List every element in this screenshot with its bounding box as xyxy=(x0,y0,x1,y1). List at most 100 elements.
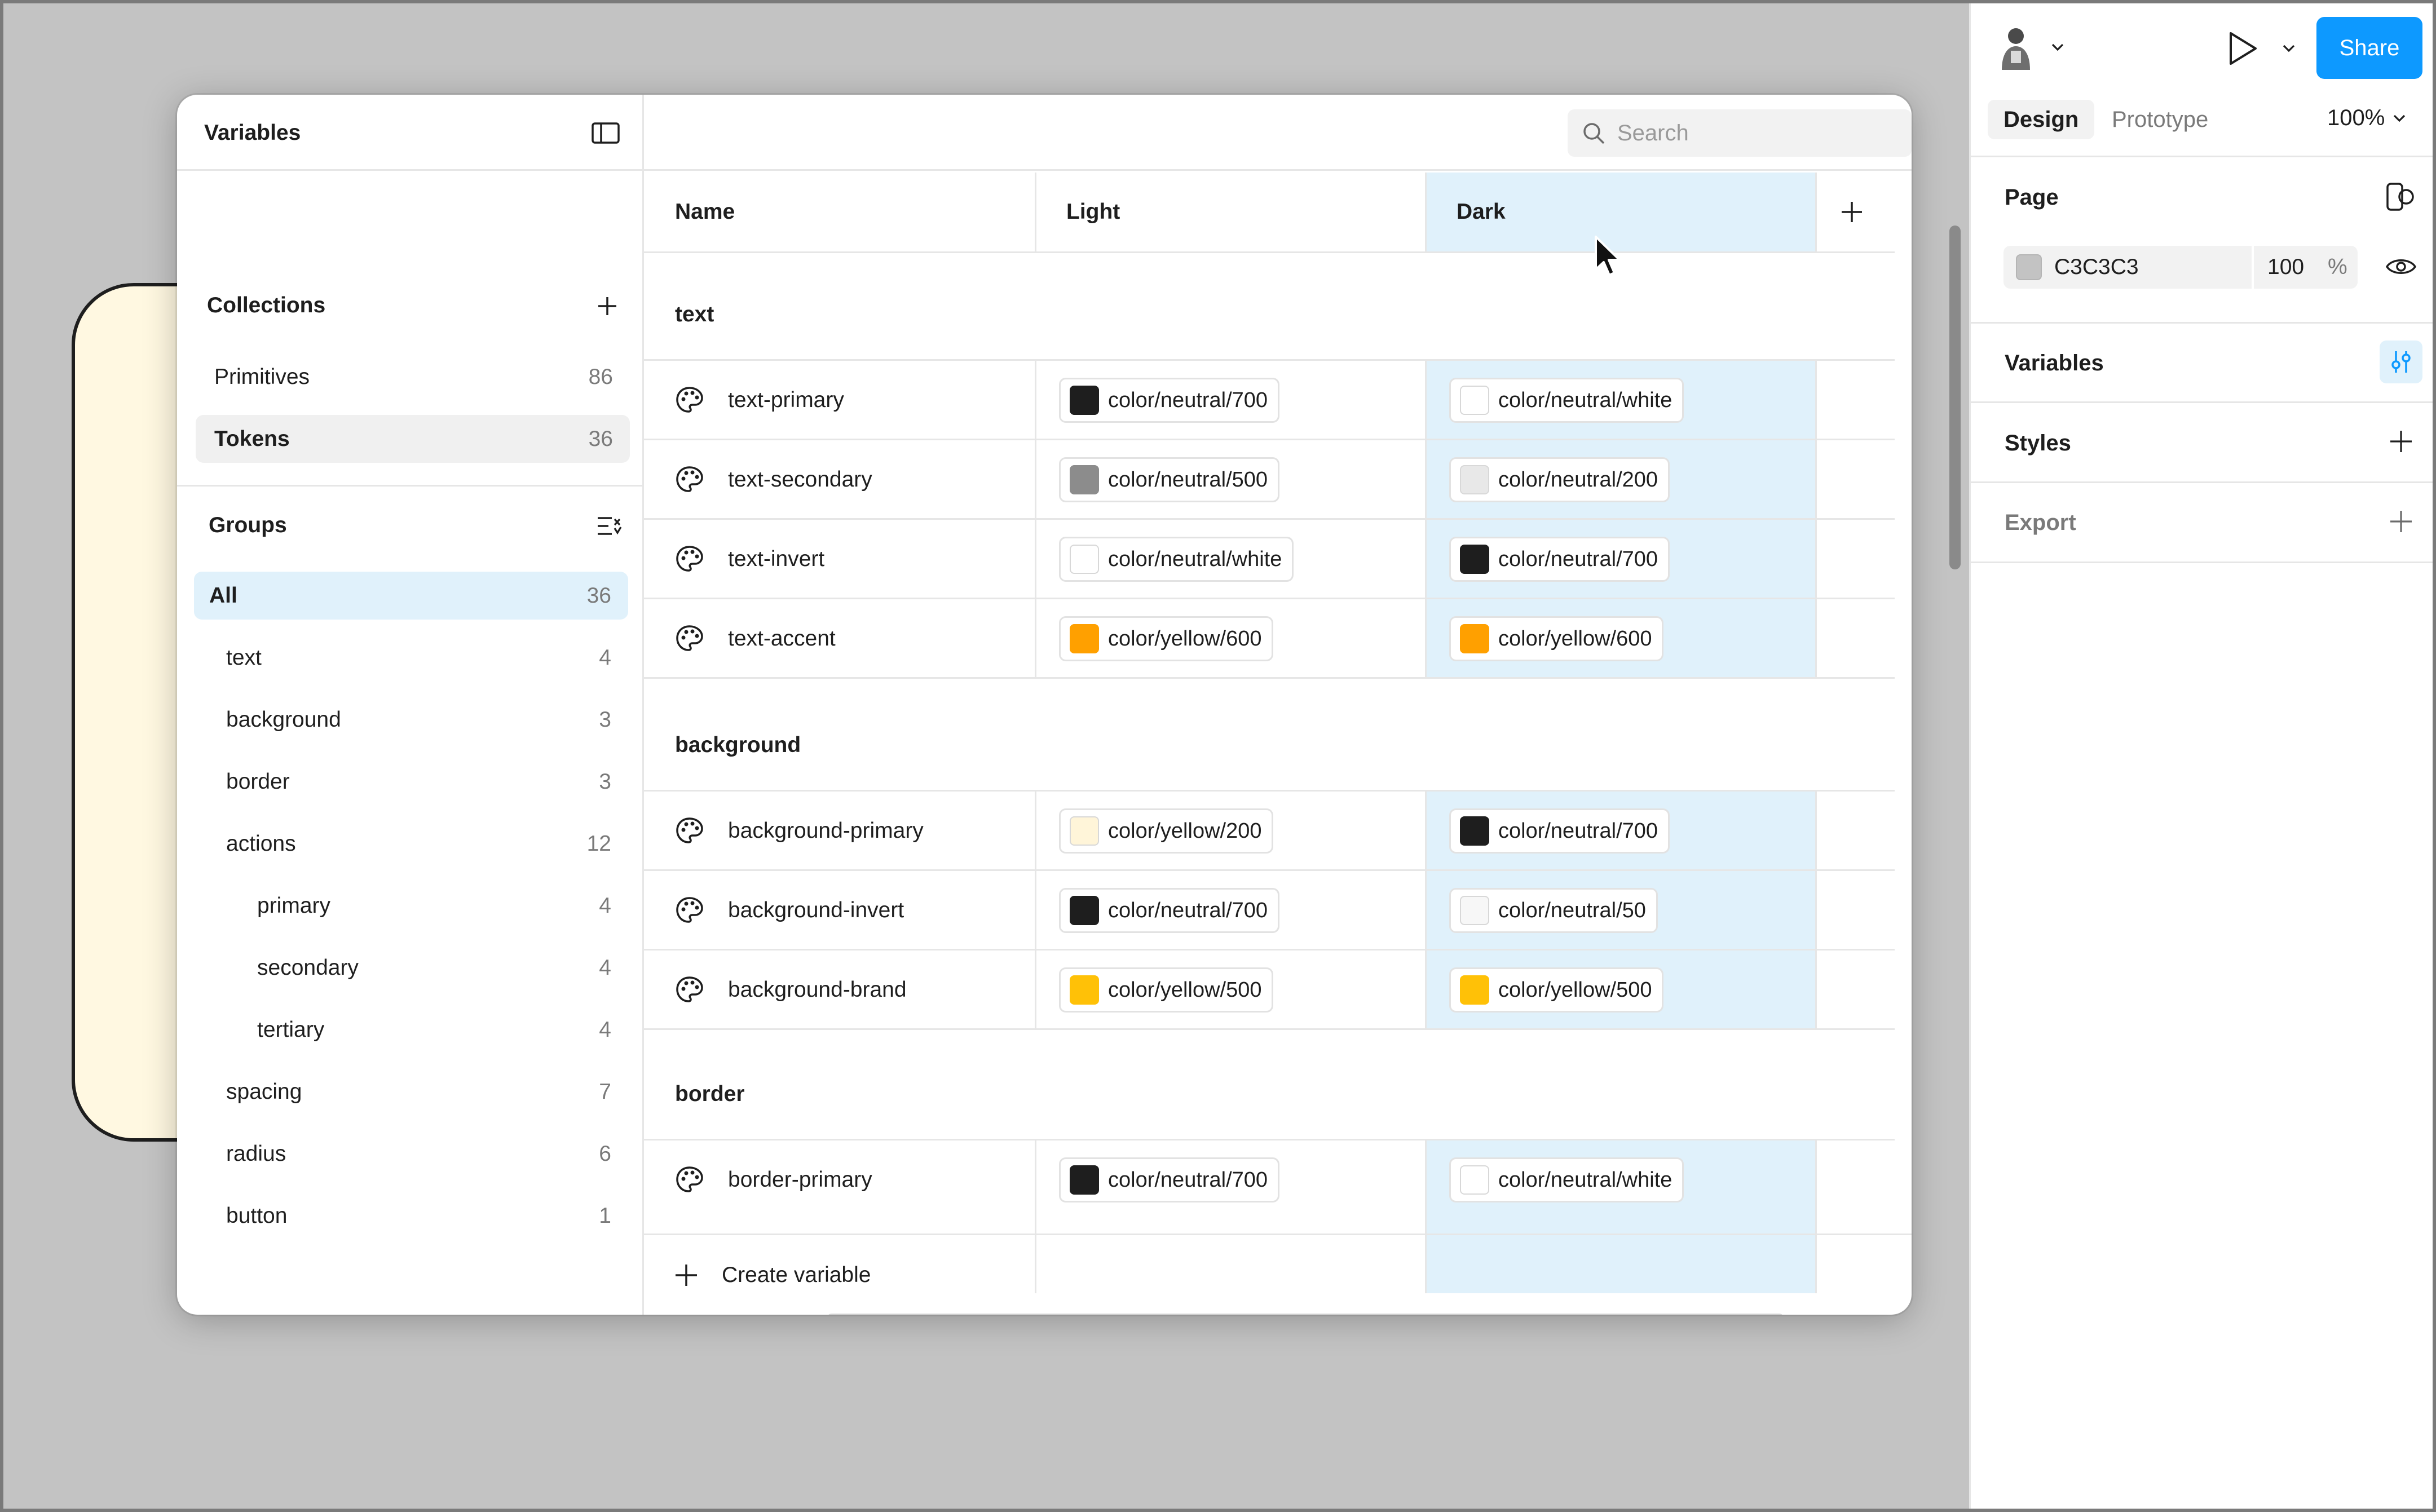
group-secondary[interactable]: secondary 4 xyxy=(194,944,628,992)
tab-prototype[interactable]: Prototype xyxy=(2096,100,2224,139)
group-count: 4 xyxy=(599,1017,611,1042)
palette-icon xyxy=(675,816,704,846)
column-header-name[interactable]: Name xyxy=(644,173,1035,251)
variable-background-brand[interactable]: background-brand xyxy=(675,950,907,1029)
row-divider xyxy=(644,518,1895,520)
variables-settings-icon[interactable] xyxy=(2380,341,2422,383)
export-section-title: Export xyxy=(2005,510,2076,535)
collection-count: 36 xyxy=(588,426,613,451)
add-export-icon[interactable] xyxy=(2388,509,2414,534)
group-text[interactable]: text 4 xyxy=(194,634,628,682)
row-divider xyxy=(644,1028,1895,1030)
value-chip-light[interactable]: color/yellow/600 xyxy=(1059,616,1274,661)
value-chip-light[interactable]: color/neutral/white xyxy=(1059,537,1294,582)
value-label: color/neutral/700 xyxy=(1108,388,1268,412)
row-divider xyxy=(644,677,1895,679)
value-chip-light[interactable]: color/neutral/700 xyxy=(1059,1157,1280,1202)
palette-icon xyxy=(675,545,704,574)
search-input[interactable]: Search xyxy=(1568,109,1912,157)
value-chip-light[interactable]: color/neutral/700 xyxy=(1059,888,1280,933)
column-header-light[interactable]: Light xyxy=(1035,173,1426,251)
canvas-scrollbar[interactable] xyxy=(1949,226,1961,569)
group-count: 1 xyxy=(599,1203,611,1228)
color-swatch xyxy=(1070,816,1099,846)
value-label: color/yellow/500 xyxy=(1498,978,1652,1002)
sort-groups-icon[interactable] xyxy=(593,512,625,540)
group-label: actions xyxy=(226,831,296,856)
value-chip-light[interactable]: color/yellow/200 xyxy=(1059,808,1274,854)
zoom-dropdown[interactable]: 100% xyxy=(2327,105,2406,131)
variables-modal: Variables Collections Primitives 86 Toke… xyxy=(177,95,1912,1315)
value-label: color/neutral/white xyxy=(1498,388,1672,412)
value-chip-dark[interactable]: color/neutral/700 xyxy=(1449,537,1670,582)
value-chip-dark[interactable]: color/neutral/white xyxy=(1449,1157,1684,1202)
page-color-swatch xyxy=(2016,254,2042,280)
group-label: radius xyxy=(226,1141,286,1166)
panel-divider xyxy=(1971,322,2436,324)
value-chip-dark[interactable]: color/neutral/700 xyxy=(1449,808,1670,854)
variable-background-primary[interactable]: background-primary xyxy=(675,792,924,870)
value-chip-light[interactable]: color/neutral/500 xyxy=(1059,457,1280,502)
chevron-down-icon[interactable] xyxy=(2051,43,2064,52)
group-count: 3 xyxy=(599,769,611,794)
value-chip-dark[interactable]: color/neutral/50 xyxy=(1449,888,1658,933)
page-color-field[interactable]: C3C3C3 100 % xyxy=(2003,246,2358,289)
add-style-icon[interactable] xyxy=(2388,428,2414,454)
value-label: color/yellow/600 xyxy=(1498,626,1652,651)
variable-text-secondary[interactable]: text-secondary xyxy=(675,440,872,519)
group-label: button xyxy=(226,1203,288,1228)
page-color-value: C3C3C3 xyxy=(2054,255,2139,279)
value-chip-dark[interactable]: color/neutral/white xyxy=(1449,378,1684,423)
tab-design[interactable]: Design xyxy=(1988,100,2095,139)
group-count: 3 xyxy=(599,707,611,732)
value-chip-dark[interactable]: color/yellow/500 xyxy=(1449,967,1664,1013)
color-swatch xyxy=(1460,1165,1489,1195)
group-actions[interactable]: actions 12 xyxy=(194,820,628,868)
group-count: 4 xyxy=(599,645,611,670)
value-chip-light[interactable]: color/neutral/700 xyxy=(1059,378,1280,423)
create-variable-button[interactable]: Create variable xyxy=(644,1234,1912,1315)
collection-primitives[interactable]: Primitives 86 xyxy=(196,353,630,401)
group-label: background xyxy=(226,707,341,732)
play-menu-chevron-icon[interactable] xyxy=(2282,44,2296,53)
avatar[interactable] xyxy=(1996,25,2036,70)
value-chip-light[interactable]: color/yellow/500 xyxy=(1059,967,1274,1013)
collection-tokens[interactable]: Tokens 36 xyxy=(196,415,630,463)
group-tertiary[interactable]: tertiary 4 xyxy=(194,1006,628,1054)
group-count: 6 xyxy=(599,1141,611,1166)
color-swatch xyxy=(1070,975,1099,1005)
variable-text-primary[interactable]: text-primary xyxy=(675,361,844,440)
variable-text-accent[interactable]: text-accent xyxy=(675,599,836,678)
sidebar-toggle-icon[interactable] xyxy=(589,117,623,149)
chevron-down-icon xyxy=(2393,114,2406,123)
add-collection-button[interactable] xyxy=(593,292,621,320)
group-spacing[interactable]: spacing 7 xyxy=(194,1068,628,1116)
collections-panel: Variables Collections Primitives 86 Toke… xyxy=(177,95,644,1315)
value-chip-dark[interactable]: color/neutral/200 xyxy=(1449,457,1670,502)
column-divider xyxy=(1815,173,1817,251)
add-mode-button[interactable] xyxy=(1837,197,1866,227)
variable-border-primary[interactable]: border-primary xyxy=(675,1140,872,1219)
value-chip-dark[interactable]: color/yellow/600 xyxy=(1449,616,1664,661)
variable-text-invert[interactable]: text-invert xyxy=(675,520,824,599)
column-divider xyxy=(1815,361,1817,679)
page-opacity-value[interactable]: 100 xyxy=(2267,255,2304,280)
column-divider xyxy=(1425,792,1427,1030)
color-swatch xyxy=(1460,896,1489,925)
visibility-eye-icon[interactable] xyxy=(2385,254,2417,280)
variable-background-invert[interactable]: background-invert xyxy=(675,871,904,950)
group-radius[interactable]: radius 6 xyxy=(194,1130,628,1178)
share-button[interactable]: Share xyxy=(2316,17,2422,79)
color-swatch xyxy=(1070,896,1099,925)
group-background[interactable]: background 3 xyxy=(194,696,628,744)
page-settings-icon[interactable] xyxy=(2385,182,2416,212)
panel-divider xyxy=(1971,401,2436,403)
group-border[interactable]: border 3 xyxy=(194,758,628,806)
group-primary[interactable]: primary 4 xyxy=(194,882,628,930)
group-button[interactable]: button 1 xyxy=(194,1192,628,1240)
field-divider xyxy=(2252,246,2254,289)
groups-title: Groups xyxy=(209,513,287,537)
variable-name: background-brand xyxy=(728,978,907,1002)
play-icon[interactable] xyxy=(2226,30,2260,67)
group-all[interactable]: All 36 xyxy=(194,572,628,620)
